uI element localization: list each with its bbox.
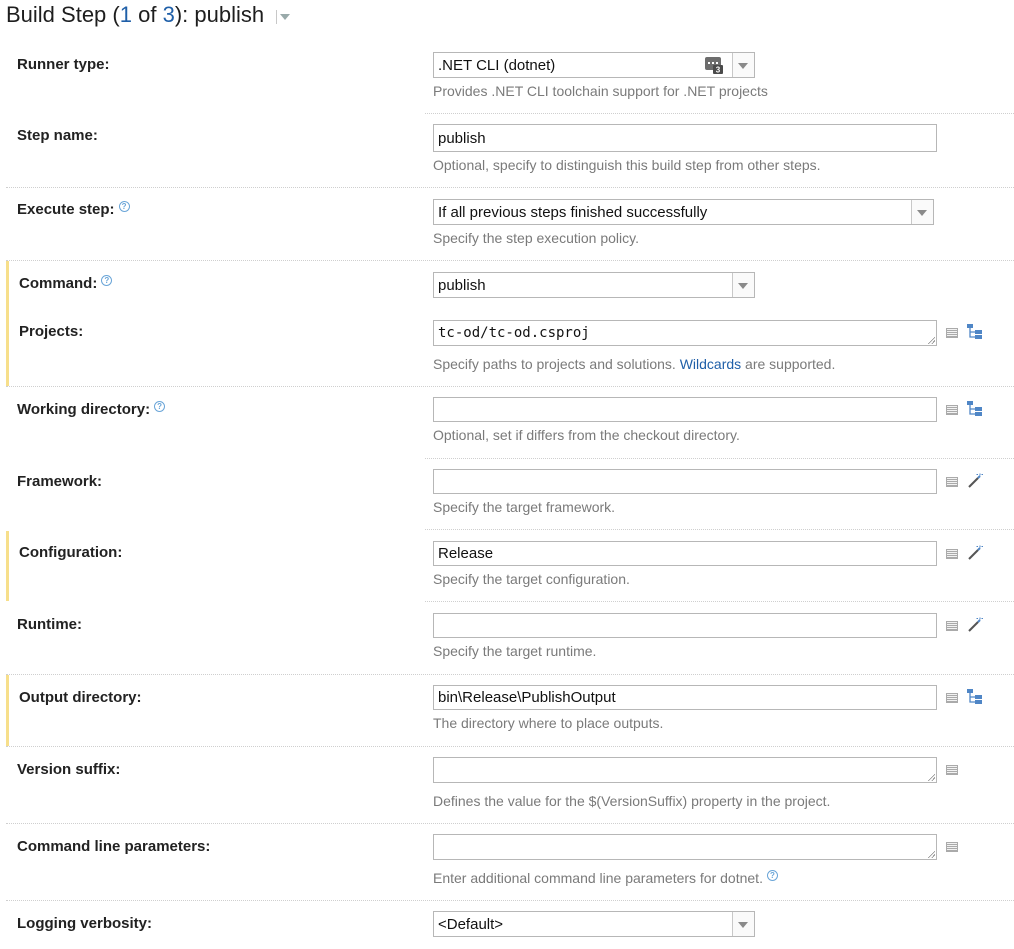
resize-handle[interactable] — [927, 336, 935, 344]
magic-wand-icon[interactable] — [967, 473, 983, 489]
list-icon[interactable] — [946, 621, 958, 631]
magic-wand-icon[interactable] — [967, 545, 983, 561]
output-directory-hint: The directory where to place outputs. — [433, 715, 664, 731]
step-name-input[interactable]: publish — [433, 124, 937, 152]
execute-step-hint: Specify the step execution policy. — [433, 230, 639, 246]
version-suffix-hint: Defines the value for the $(VersionSuffi… — [433, 793, 831, 809]
divider — [425, 113, 1014, 114]
chevron-down-icon[interactable] — [732, 53, 754, 77]
execute-step-label-text: Execute step: — [17, 201, 115, 218]
list-icon[interactable] — [946, 477, 958, 487]
tree-picker-icon[interactable] — [966, 323, 984, 340]
configuration-input[interactable]: Release — [433, 541, 937, 566]
projects-hint-tail: are supported. — [741, 356, 836, 372]
configuration-hint: Specify the target configuration. — [433, 571, 630, 587]
projects-label: Projects: — [19, 323, 84, 340]
configuration-label: Configuration: — [19, 544, 123, 561]
tree-picker-icon[interactable] — [966, 400, 984, 417]
command-line-parameters-input[interactable] — [433, 834, 937, 860]
command-line-parameters-label: Command line parameters: — [17, 838, 211, 855]
execute-step-select[interactable]: If all previous steps finished successfu… — [433, 199, 934, 225]
page-title: Build Step (1 of 3): publish — [6, 2, 291, 28]
divider — [6, 900, 1014, 901]
runtime-hint: Specify the target runtime. — [433, 643, 597, 659]
divider — [425, 601, 1014, 602]
projects-hint: Specify paths to projects and solutions.… — [433, 356, 835, 372]
logging-verbosity-value: <Default> — [438, 916, 504, 933]
runner-type-value: .NET CLI (dotnet) — [438, 57, 556, 74]
framework-hint: Specify the target framework. — [433, 499, 616, 515]
runner-type-label: Runner type: — [17, 56, 110, 73]
divider — [425, 458, 1014, 459]
step-name-hint: Optional, specify to distinguish this bu… — [433, 157, 821, 173]
title-suffix: ): publish — [174, 2, 265, 27]
divider — [6, 823, 1014, 824]
help-icon[interactable]: ? — [154, 401, 166, 412]
step-name-label: Step name: — [17, 127, 98, 144]
framework-label: Framework: — [17, 473, 103, 490]
list-icon[interactable] — [946, 765, 958, 775]
help-icon[interactable]: ? — [766, 870, 778, 881]
magic-wand-icon[interactable] — [967, 617, 983, 633]
projects-value: tc-od/tc-od.csproj — [438, 325, 590, 341]
runtime-label: Runtime: — [17, 616, 82, 633]
runtime-input[interactable] — [433, 613, 937, 638]
resize-handle[interactable] — [927, 850, 935, 858]
command-select[interactable]: publish — [433, 272, 755, 298]
list-icon[interactable] — [946, 693, 958, 703]
working-directory-input[interactable] — [433, 397, 937, 422]
output-directory-input[interactable]: bin\Release\PublishOutput — [433, 685, 937, 710]
title-of: of — [131, 2, 163, 27]
working-directory-label-text: Working directory: — [17, 401, 151, 418]
command-label-text: Command: — [19, 275, 98, 292]
execute-step-label: Execute step:? — [17, 201, 130, 218]
output-directory-label: Output directory: — [19, 689, 142, 706]
chevron-down-icon — [280, 14, 291, 21]
command-line-parameters-hint: Enter additional command line parameters… — [433, 870, 778, 886]
help-icon[interactable]: ? — [101, 275, 113, 286]
list-icon[interactable] — [946, 328, 958, 338]
logging-verbosity-label: Logging verbosity: — [17, 915, 152, 932]
divider — [425, 529, 1014, 530]
working-directory-label: Working directory:? — [17, 401, 166, 418]
divider — [6, 674, 1014, 675]
execute-step-value: If all previous steps finished successfu… — [438, 204, 708, 221]
list-icon[interactable] — [946, 405, 958, 415]
runner-type-hint: Provides .NET CLI toolchain support for … — [433, 83, 768, 99]
chevron-down-icon[interactable] — [732, 912, 754, 936]
chevron-down-icon[interactable] — [911, 200, 933, 224]
list-icon[interactable] — [946, 842, 958, 852]
divider — [6, 746, 1014, 747]
help-icon[interactable]: ? — [118, 201, 130, 212]
step-menu-toggle[interactable] — [276, 8, 291, 25]
runner-badge-count: 3 — [716, 66, 721, 75]
projects-hint-text: Specify paths to projects and solutions. — [433, 356, 680, 372]
version-suffix-label: Version suffix: — [17, 761, 121, 778]
step-current-link[interactable]: 1 — [120, 2, 132, 27]
command-line-parameters-hint-text: Enter additional command line parameters… — [433, 870, 763, 886]
divider — [6, 260, 1014, 261]
resize-handle[interactable] — [927, 773, 935, 781]
required-marker — [6, 531, 9, 601]
tree-picker-icon[interactable] — [966, 688, 984, 705]
framework-input[interactable] — [433, 469, 937, 494]
projects-input[interactable]: tc-od/tc-od.csproj — [433, 320, 937, 346]
title-prefix: Build Step ( — [6, 2, 120, 27]
required-marker — [6, 261, 9, 386]
list-icon[interactable] — [946, 549, 958, 559]
divider — [6, 386, 1014, 387]
chevron-down-icon[interactable] — [732, 273, 754, 297]
divider — [6, 187, 1014, 188]
wildcards-link[interactable]: Wildcards — [680, 356, 741, 372]
working-directory-hint: Optional, set if differs from the checko… — [433, 427, 740, 443]
logging-verbosity-select[interactable]: <Default> — [433, 911, 755, 937]
required-marker — [6, 675, 9, 746]
command-value: publish — [438, 277, 486, 294]
step-total-link[interactable]: 3 — [163, 2, 175, 27]
command-label: Command:? — [19, 275, 113, 292]
dotnet-runner-icon: 3 — [705, 57, 723, 75]
version-suffix-input[interactable] — [433, 757, 937, 783]
